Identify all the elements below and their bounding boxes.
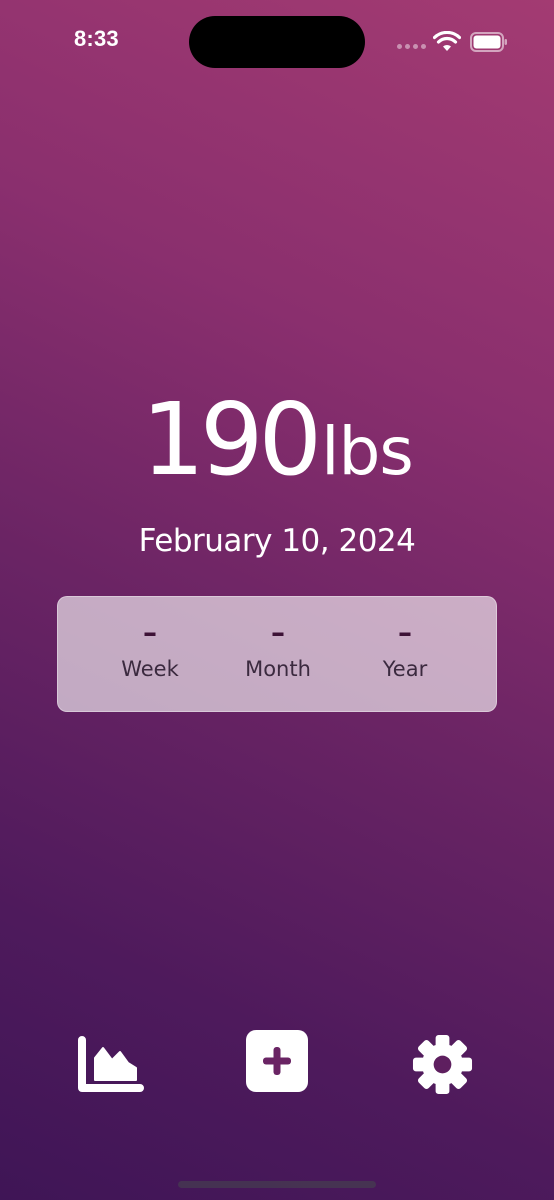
change-summary-card: – Week – Month – Year xyxy=(57,596,497,712)
settings-gear-icon[interactable] xyxy=(411,1033,474,1096)
stat-week-label: Week xyxy=(121,657,179,681)
signal-dots-icon xyxy=(397,44,426,49)
stat-month-label: Month xyxy=(245,657,311,681)
add-entry-icon xyxy=(246,1030,308,1092)
stat-year: – Year xyxy=(350,597,460,713)
weight-unit: lbs xyxy=(321,413,414,490)
current-weight: 190lbs xyxy=(0,390,554,490)
weight-value: 190 xyxy=(141,381,322,498)
chart-icon[interactable] xyxy=(78,1036,144,1094)
reading-date: February 10, 2024 xyxy=(138,523,416,559)
stat-year-value: – xyxy=(398,616,412,649)
stat-week: – Week xyxy=(95,597,205,713)
battery-icon xyxy=(470,32,507,52)
stat-month: – Month xyxy=(223,597,333,713)
app-screen: 8:33 190lbs February 10, 2024 – Week – M… xyxy=(0,0,554,1200)
dynamic-island xyxy=(189,16,365,68)
status-time: 8:33 xyxy=(74,26,119,51)
stat-year-label: Year xyxy=(382,657,428,681)
stat-week-value: – xyxy=(143,616,157,649)
add-entry-button[interactable] xyxy=(246,1030,308,1092)
wifi-icon xyxy=(433,31,461,51)
stat-month-value: – xyxy=(271,616,285,649)
home-indicator[interactable] xyxy=(178,1181,376,1188)
